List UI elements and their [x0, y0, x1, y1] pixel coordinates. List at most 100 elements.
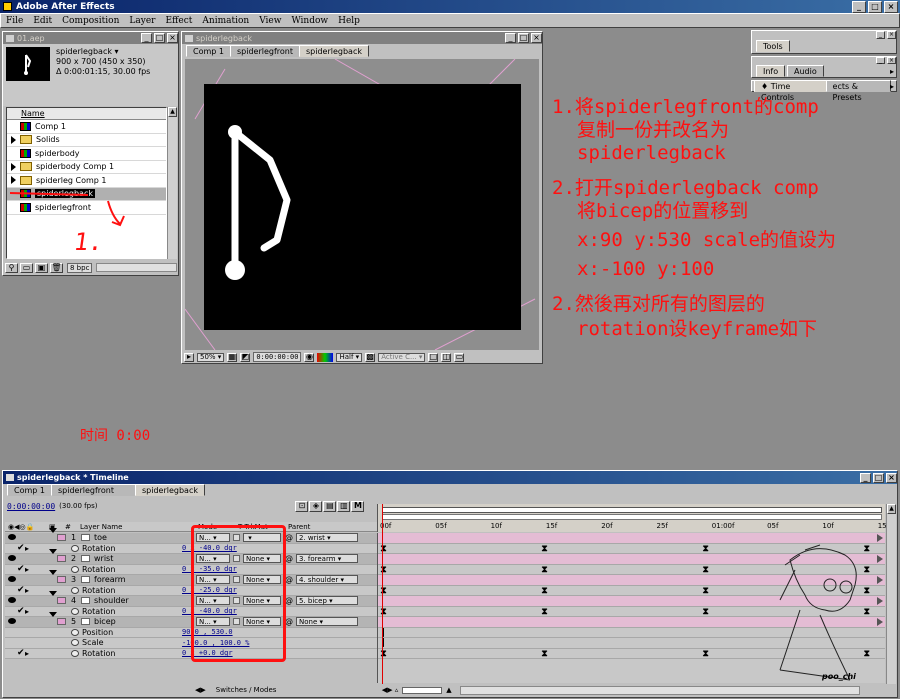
project-item[interactable]: spiderbody — [7, 147, 166, 161]
project-item[interactable]: Solids — [7, 133, 166, 147]
menu-effect[interactable]: Effect — [165, 16, 192, 26]
keyframe-icon[interactable]: ⧗ — [702, 607, 709, 616]
keyframe-icon[interactable]: ⧗ — [702, 649, 709, 658]
collapse-triangle-icon[interactable] — [49, 528, 57, 543]
menu-window[interactable]: Window — [291, 16, 328, 26]
keyframe-icon[interactable]: ⧗ — [541, 586, 548, 595]
parent-select[interactable]: None ▾ — [296, 617, 358, 627]
current-time-indicator[interactable] — [382, 504, 383, 684]
minimize-icon[interactable]: _ — [860, 472, 871, 483]
layout-icon[interactable]: ◫ — [441, 352, 452, 362]
timeline-vscroll[interactable]: ▲ — [886, 504, 896, 684]
keyframe-icon[interactable]: ⧗ — [541, 607, 548, 616]
keyframe-icon[interactable]: ⧗ — [541, 649, 548, 658]
keyframe-icon[interactable]: ⧗ — [541, 544, 548, 553]
close-icon[interactable]: × — [167, 33, 178, 43]
pickwhip-icon[interactable]: @ — [285, 533, 293, 542]
trash-icon[interactable]: 🗑 — [50, 262, 63, 273]
minimize-icon[interactable]: _ — [852, 0, 866, 13]
expand-icon[interactable]: ◀▶ — [195, 686, 206, 694]
expand-triangle-icon[interactable]: ▸ — [25, 586, 35, 595]
stopwatch-icon[interactable] — [71, 565, 79, 573]
close-icon[interactable]: × — [887, 57, 896, 64]
keyframe-checkbox[interactable]: ✔ — [5, 585, 25, 595]
maximize-icon[interactable]: □ — [518, 33, 529, 43]
tab-audio[interactable]: Audio — [787, 65, 824, 77]
visibility-eye-icon[interactable] — [5, 554, 17, 563]
stopwatch-icon[interactable] — [71, 628, 79, 636]
find-icon[interactable]: ⚲ — [5, 262, 18, 273]
maximize-icon[interactable]: □ — [154, 33, 165, 43]
layer-name[interactable]: forearm — [94, 575, 196, 584]
expand-triangle-icon[interactable]: ▸ — [25, 565, 35, 574]
project-scrollbar[interactable]: ▲ — [167, 107, 177, 259]
close-icon[interactable]: × — [887, 31, 896, 39]
new-comp-icon[interactable]: ▣ — [35, 262, 48, 273]
stopwatch-icon[interactable] — [71, 586, 79, 594]
close-icon[interactable]: × — [531, 33, 542, 43]
zoom-slider[interactable] — [402, 686, 443, 694]
layer-name[interactable]: wrist — [94, 554, 196, 563]
pickwhip-icon[interactable]: @ — [285, 575, 293, 584]
stopwatch-icon[interactable] — [71, 544, 79, 552]
expand-triangle-icon[interactable] — [11, 162, 16, 171]
markers-icon[interactable]: M — [351, 500, 365, 512]
minimize-icon[interactable]: _ — [876, 57, 885, 64]
expand-triangle-icon[interactable]: ▸ — [25, 649, 35, 658]
work-area-bar[interactable] — [382, 507, 882, 513]
new-folder-icon[interactable]: ▭ — [20, 262, 33, 273]
expand-triangle-icon[interactable]: ▸ — [25, 607, 35, 616]
tab-effects-presets[interactable]: ects & Presets — [825, 80, 891, 102]
tab-spiderlegback[interactable]: spiderlegback — [299, 45, 369, 57]
pickwhip-icon[interactable]: @ — [285, 617, 293, 626]
tab-comp-1[interactable]: Comp 1 — [7, 484, 52, 496]
layer-name[interactable]: toe — [94, 533, 196, 542]
parent-header[interactable]: Parent — [288, 523, 310, 531]
time-navigator[interactable] — [382, 514, 882, 520]
label-color-icon[interactable] — [57, 534, 66, 542]
motion-blur-icon[interactable]: ◈ — [309, 500, 323, 512]
maximize-icon[interactable]: □ — [868, 0, 882, 13]
collapse-triangle-icon[interactable] — [49, 549, 57, 564]
camera-select[interactable]: Active C... ▾ — [378, 352, 426, 362]
collapse-triangle-icon[interactable] — [49, 612, 57, 627]
switches-modes-toggle[interactable]: Switches / Modes — [216, 686, 376, 694]
visibility-eye-icon[interactable] — [5, 596, 17, 605]
menu-edit[interactable]: Edit — [33, 16, 52, 26]
region-icon[interactable]: □ — [428, 352, 439, 362]
comp-viewer[interactable] — [185, 59, 539, 350]
transparency-grid-icon[interactable]: ▩ — [365, 352, 376, 362]
keyframe-icon[interactable]: ⧗ — [702, 544, 709, 553]
visibility-eye-icon[interactable] — [5, 617, 17, 626]
keyframe-icon[interactable]: ⧗ — [702, 565, 709, 574]
zoom-in-icon[interactable]: ▲ — [446, 686, 451, 694]
stopwatch-icon[interactable] — [71, 639, 79, 647]
palette-menu-icon[interactable]: ▸ — [890, 67, 894, 76]
menu-view[interactable]: View — [259, 16, 281, 26]
zoom-select[interactable]: 50% ▾ — [197, 352, 225, 362]
keyframe-icon[interactable]: ⧗ — [541, 565, 548, 574]
keyframe-checkbox[interactable]: ✔ — [5, 543, 25, 553]
tab-spiderlegfront[interactable]: spiderlegfront — [50, 484, 136, 496]
layer-name-header[interactable]: Layer Name — [80, 523, 198, 531]
frame-blend-icon[interactable]: ▤ — [323, 500, 337, 512]
minimize-icon[interactable]: _ — [876, 31, 885, 39]
collapse-triangle-icon[interactable] — [49, 591, 57, 606]
zoom-out-icon[interactable]: ◀▶ ▵ — [382, 686, 399, 694]
tab-time-controls[interactable]: ♦ Time Controls — [754, 80, 827, 102]
column-header[interactable]: Name — [7, 108, 166, 120]
comp-timecode[interactable]: 0:00:00:00 — [253, 352, 302, 362]
label-color-icon[interactable] — [57, 576, 66, 584]
shy-icon[interactable]: ▥ — [337, 500, 351, 512]
chevron-down-icon[interactable]: ▾ — [115, 47, 119, 56]
label-color-icon[interactable] — [57, 618, 66, 626]
horizontal-scrollbar[interactable] — [96, 263, 177, 272]
close-icon[interactable]: × — [884, 0, 898, 13]
keyframe-checkbox[interactable]: ✔ — [5, 564, 25, 574]
layer-name[interactable]: shoulder — [94, 596, 196, 605]
parent-select[interactable]: 4. shoulder ▾ — [296, 575, 358, 585]
stopwatch-icon[interactable] — [71, 607, 79, 615]
collapse-triangle-icon[interactable] — [49, 570, 57, 585]
tab-tools[interactable]: Tools — [756, 40, 790, 52]
expand-triangle-icon[interactable] — [11, 176, 16, 185]
